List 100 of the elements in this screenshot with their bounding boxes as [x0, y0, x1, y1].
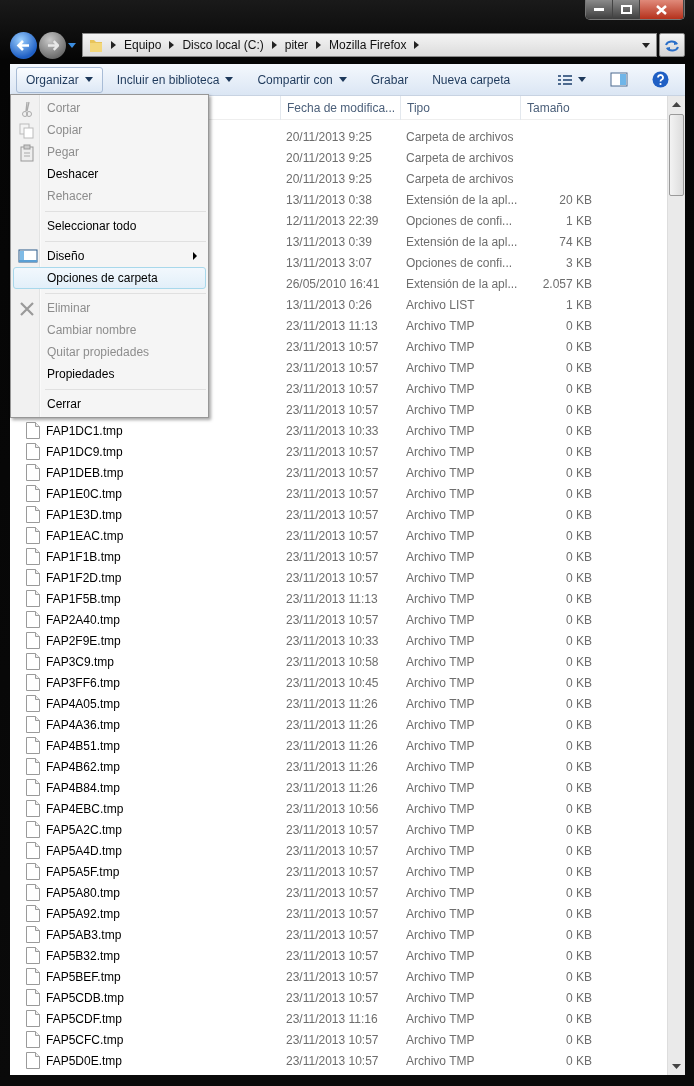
type-cell: Archivo TMP [406, 507, 475, 522]
maximize-button[interactable] [613, 0, 640, 19]
caret-icon [578, 77, 586, 82]
size-cell: 0 KB [566, 654, 592, 669]
address-bar[interactable]: Equipo Disco local (C:) piter Mozilla Firefox [82, 33, 657, 57]
toolbar-button[interactable]: Nueva carpeta [422, 66, 521, 93]
scrollbar-thumb[interactable] [669, 114, 684, 196]
size-cell: 0 KB [566, 885, 592, 900]
file-name[interactable]: FAP1F2D.tmp [46, 568, 122, 587]
type-cell: Archivo TMP [406, 549, 475, 564]
size-cell: 0 KB [566, 1032, 592, 1047]
size-cell: 0 KB [566, 465, 592, 480]
file-name[interactable]: FAP5BEF.tmp [46, 967, 121, 986]
menu-item[interactable]: Diseño [13, 245, 206, 267]
history-dropdown-icon[interactable] [68, 42, 76, 48]
breadcrumb[interactable]: Mozilla Firefox [329, 36, 407, 54]
menu-item[interactable]: Opciones de carpeta [13, 267, 206, 289]
breadcrumb-arrow-icon[interactable] [316, 41, 322, 49]
size-cell: 0 KB [566, 906, 592, 921]
type-cell: Archivo TMP [406, 654, 475, 669]
menu-item[interactable]: Deshacer [13, 163, 206, 185]
file-name[interactable]: FAP5A4D.tmp [46, 841, 123, 860]
file-name[interactable]: FAP5D0E.tmp [46, 1051, 123, 1070]
file-name[interactable]: FAP1DC1.tmp [46, 421, 123, 440]
dropdown-icon[interactable] [642, 42, 650, 48]
refresh-button[interactable] [659, 33, 685, 57]
column-header[interactable]: Tamaño [520, 95, 600, 120]
file-name[interactable]: FAP1F1B.tmp [46, 547, 121, 566]
file-name[interactable]: FAP3C9.tmp [46, 652, 115, 671]
file-name[interactable]: FAP1DEB.tmp [46, 463, 124, 482]
scroll-up-icon[interactable] [672, 100, 681, 110]
forward-button[interactable] [39, 31, 66, 59]
file-name[interactable]: FAP4A05.tmp [46, 694, 121, 713]
date-cell: 23/11/2013 10:57 [286, 864, 379, 879]
file-name[interactable]: FAP5A5F.tmp [46, 862, 120, 881]
file-name[interactable]: FAP1E3D.tmp [46, 505, 123, 524]
file-name[interactable]: FAP5A92.tmp [46, 904, 121, 923]
type-cell: Archivo TMP [406, 381, 475, 396]
date-cell: 23/11/2013 10:57 [286, 465, 379, 480]
date-cell: 23/11/2013 10:57 [286, 906, 379, 921]
breadcrumb-arrow-icon[interactable] [414, 41, 420, 49]
breadcrumb[interactable]: piter [284, 36, 309, 54]
file-name[interactable]: FAP5CDB.tmp [46, 988, 125, 1007]
size-cell: 0 KB [566, 360, 592, 375]
breadcrumb[interactable]: Equipo [124, 36, 162, 54]
file-name[interactable]: FAP5CDF.tmp [46, 1009, 123, 1028]
size-cell: 0 KB [566, 843, 592, 858]
size-cell: 0 KB [566, 633, 592, 648]
menu-item[interactable]: Cerrar [13, 393, 206, 415]
date-cell: 23/11/2013 11:13 [286, 318, 378, 333]
toolbar-button[interactable]: Compartir con [247, 66, 357, 93]
file-name[interactable]: FAP5B32.tmp [46, 946, 121, 965]
breadcrumb-arrow-icon[interactable] [271, 41, 277, 49]
breadcrumb[interactable]: Disco local (C:) [182, 36, 264, 54]
toolbar-button[interactable]: Incluir en biblioteca [106, 66, 244, 93]
toolbar-button[interactable]: Organizar [16, 66, 103, 93]
date-cell: 23/11/2013 10:58 [286, 654, 379, 669]
close-icon [656, 4, 667, 15]
file-icon [26, 548, 40, 565]
file-name[interactable]: FAP5AB3.tmp [46, 925, 122, 944]
back-button[interactable] [10, 31, 37, 59]
file-name[interactable]: FAP1E0C.tmp [46, 484, 123, 503]
size-cell: 0 KB [566, 486, 592, 501]
file-name[interactable]: FAP5A2C.tmp [46, 820, 123, 839]
file-name[interactable]: FAP1F5B.tmp [46, 589, 121, 608]
toolbar-button[interactable]: Grabar [360, 66, 419, 93]
size-cell: 0 KB [566, 990, 592, 1005]
file-icon [26, 800, 40, 817]
date-cell: 12/11/2013 22:39 [286, 213, 379, 228]
file-name[interactable]: FAP4B62.tmp [46, 757, 121, 776]
file-name[interactable]: FAP2A40.tmp [46, 610, 121, 629]
date-cell: 23/11/2013 11:26 [286, 696, 378, 711]
file-name[interactable]: FAP2F9E.tmp [46, 631, 121, 650]
file-name[interactable]: FAP5A80.tmp [46, 883, 121, 902]
size-cell: 0 KB [566, 1011, 592, 1026]
date-cell: 20/11/2013 9:25 [286, 150, 372, 165]
minimize-button[interactable] [586, 0, 613, 19]
file-name[interactable]: FAP4A36.tmp [46, 715, 121, 734]
file-name[interactable]: FAP4EBC.tmp [46, 799, 124, 818]
size-cell: 0 KB [566, 339, 592, 354]
type-cell: Archivo TMP [406, 906, 475, 921]
size-cell: 0 KB [566, 738, 592, 753]
column-header[interactable]: Fecha de modifica... [280, 95, 400, 120]
breadcrumb-arrow-icon[interactable] [169, 41, 175, 49]
date-cell: 13/11/2013 0:39 [286, 234, 372, 249]
close-button[interactable] [640, 0, 684, 19]
file-name[interactable]: FAP4B84.tmp [46, 778, 121, 797]
file-name[interactable]: FAP1DC9.tmp [46, 442, 123, 461]
date-cell: 20/11/2013 9:25 [286, 129, 372, 144]
scroll-down-icon[interactable] [672, 1061, 681, 1071]
file-name[interactable]: FAP4B51.tmp [46, 736, 121, 755]
column-header[interactable]: Tipo [400, 95, 520, 120]
breadcrumb-arrow-icon[interactable] [111, 41, 116, 49]
file-name[interactable]: FAP5CFC.tmp [46, 1030, 124, 1049]
file-name[interactable]: FAP3FF6.tmp [46, 673, 121, 692]
file-icon [26, 632, 40, 649]
type-cell: Archivo TMP [406, 885, 475, 900]
menu-item[interactable]: Seleccionar todo [13, 215, 206, 237]
file-name[interactable]: FAP1EAC.tmp [46, 526, 124, 545]
menu-item[interactable]: Propiedades [13, 363, 206, 385]
